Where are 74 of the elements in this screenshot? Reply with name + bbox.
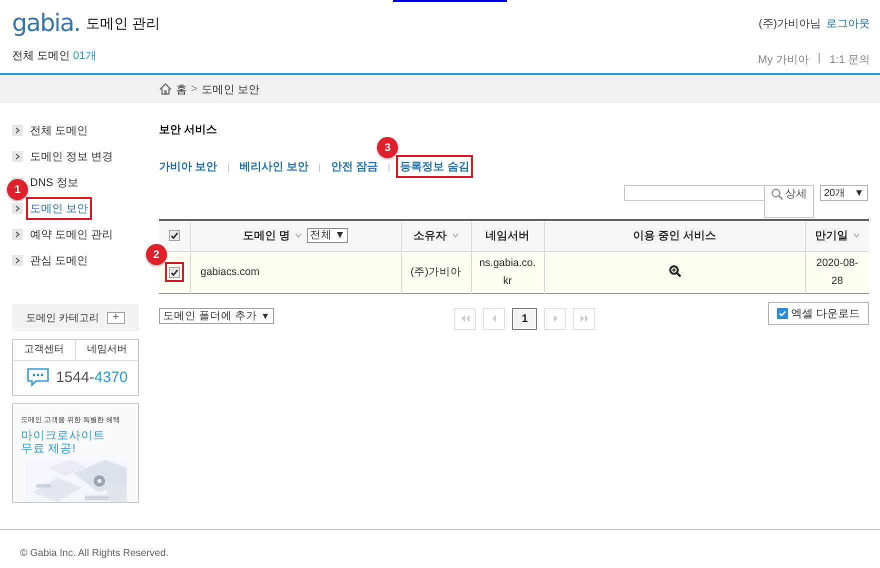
sidebar-item[interactable]: 전체 도메인 [30,125,88,137]
dropdown-arrow: ▼ [260,310,270,320]
page-size-select[interactable]: 20개 ▼ [820,185,868,201]
table-cell-text: ns.gabia.co.kr [478,256,537,289]
callout-badge: 2 [146,244,167,265]
sidebar-item[interactable]: 도메인 정보 변경 [30,151,114,163]
tab[interactable]: 안전 잠금 [330,161,378,173]
home-icon [159,83,172,95]
checkbox-icon [776,308,788,318]
next-page-button[interactable] [544,308,566,330]
search-icon [771,188,783,200]
logo[interactable]: gabia. [12,10,80,36]
previous-page-button[interactable] [483,308,506,330]
column-header[interactable]: 도메인 명 [242,228,302,244]
chevron-icon [12,255,23,266]
category-label: 도메인 카테고리 [26,312,99,324]
table-cell: gabiacs.com [200,266,260,278]
add-button[interactable]: + [106,312,125,324]
folder-select[interactable]: 도메인 폴더에 추가 ▼ [159,308,274,324]
chevron-icon [12,229,23,240]
breadcrumb-separator: > [191,83,198,95]
tab[interactable]: 등록정보 숨김 [400,161,470,173]
tab-separator: | [388,162,390,172]
callout-badge: 1 [7,179,28,200]
promo-headline: 마이크로사이트 [21,430,106,443]
zoom-icon [668,264,680,276]
promo-headline: 무료 제공! [21,443,76,456]
detail-button[interactable]: 상세 [764,185,814,218]
column-header[interactable]: 이용 중인 서비스 [632,228,716,244]
support-tab[interactable]: 네임서버 [75,340,138,360]
search-field[interactable] [624,185,764,201]
copyright-text: © Gabia Inc. All Rights Reserved. [20,548,169,559]
sort-caret-icon [852,233,860,238]
checkbox[interactable] [168,230,180,242]
table-cell: (주)가비아 [410,266,462,278]
section-title: 보안 서비스 [159,123,218,137]
page-title: 도메인 관리 [86,14,160,33]
table-cell-text: 2020-08-28 [815,256,860,289]
header-link[interactable]: 1:1 문의 [830,52,870,66]
chat-icon [26,367,50,387]
first-page-button[interactable] [454,308,476,330]
dropdown-arrow: ▼ [854,188,864,198]
header-link[interactable]: My 가비아 [758,52,809,66]
select-value: 20개 [824,187,846,200]
double-triangle-icon [460,315,470,322]
logout-link[interactable]: 로그아웃 [826,16,870,30]
sort-caret-icon [452,233,458,238]
link-separator: | [818,52,821,66]
select-value: 도메인 폴더에 추가 [163,308,257,322]
excel-download-button[interactable]: 엑셀 다운로드 [768,302,869,324]
breadcrumb-link[interactable]: 도메인 보안 [201,82,260,96]
tab-separator: | [318,162,321,172]
sidebar-item[interactable]: 관심 도메인 [30,255,88,267]
checkbox[interactable] [168,266,180,278]
tab[interactable]: 가비아 보안 [159,161,218,173]
sidebar-item[interactable]: DNS 정보 [30,177,78,189]
tab[interactable]: 베리사인 보안 [239,161,308,173]
sidebar-item[interactable]: 예약 도메인 관리 [30,229,114,241]
sort-caret-icon [294,233,302,238]
chevron-icon [12,125,23,136]
phone-number: 1544-4370 [56,368,128,386]
domain-count: 전체 도메인 01개 [12,50,96,62]
breadcrumb-link[interactable]: 홈 [176,82,187,96]
last-page-button[interactable] [573,308,596,330]
filter-select[interactable]: 전체 ▼ [306,228,348,244]
user-name: (주)가비아님 [758,16,821,30]
sidebar-item[interactable]: 도메인 보안 [30,203,88,215]
double-triangle-icon [580,315,589,322]
page-button[interactable]: 1 [512,308,538,330]
callout-badge: 3 [377,137,398,158]
support-tab[interactable]: 고객센터 [13,340,75,360]
chevron-icon [12,151,23,162]
tab-separator: | [227,162,230,172]
chevron-icon [12,203,23,214]
